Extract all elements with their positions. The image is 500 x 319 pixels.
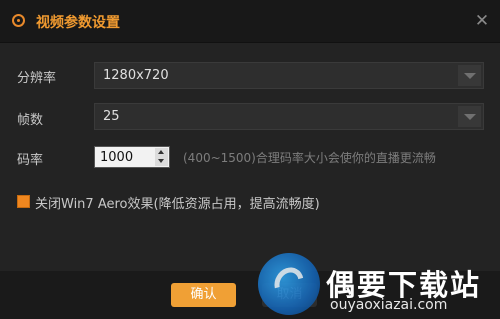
decrement-arrow-icon[interactable] bbox=[155, 157, 168, 166]
increment-arrow-icon[interactable] bbox=[155, 148, 168, 157]
bitrate-label: 码率 bbox=[17, 153, 44, 168]
aero-checkbox-label[interactable]: 关闭Win7 Aero效果(降低资源占用，提高流畅度) bbox=[35, 193, 320, 212]
resolution-select[interactable]: 1280x720 bbox=[94, 62, 484, 89]
chevron-down-icon[interactable] bbox=[458, 106, 481, 127]
framerate-value: 25 bbox=[103, 109, 120, 124]
bitrate-value[interactable]: 1000 bbox=[100, 150, 133, 165]
watermark-logo-icon bbox=[258, 253, 320, 315]
dialog-title: 视频参数设置 bbox=[36, 15, 120, 31]
close-button[interactable]: ✕ bbox=[472, 11, 492, 31]
bitrate-hint: (400~1500)合理码率大小会使你的直播更流畅 bbox=[183, 151, 436, 165]
resolution-label: 分辨率 bbox=[17, 71, 57, 86]
framerate-select[interactable]: 25 bbox=[94, 103, 484, 130]
confirm-button[interactable]: 确认 bbox=[171, 283, 236, 307]
framerate-label: 帧数 bbox=[17, 113, 44, 128]
watermark-url: ouyaoxiazai.com bbox=[330, 297, 448, 313]
resolution-value: 1280x720 bbox=[103, 68, 169, 83]
chevron-down-icon[interactable] bbox=[458, 65, 481, 86]
settings-target-icon bbox=[12, 14, 25, 27]
dialog-titlebar: 视频参数设置 ✕ bbox=[0, 0, 500, 43]
bitrate-stepper[interactable]: 1000 bbox=[94, 146, 170, 168]
aero-checkbox[interactable] bbox=[17, 195, 30, 208]
